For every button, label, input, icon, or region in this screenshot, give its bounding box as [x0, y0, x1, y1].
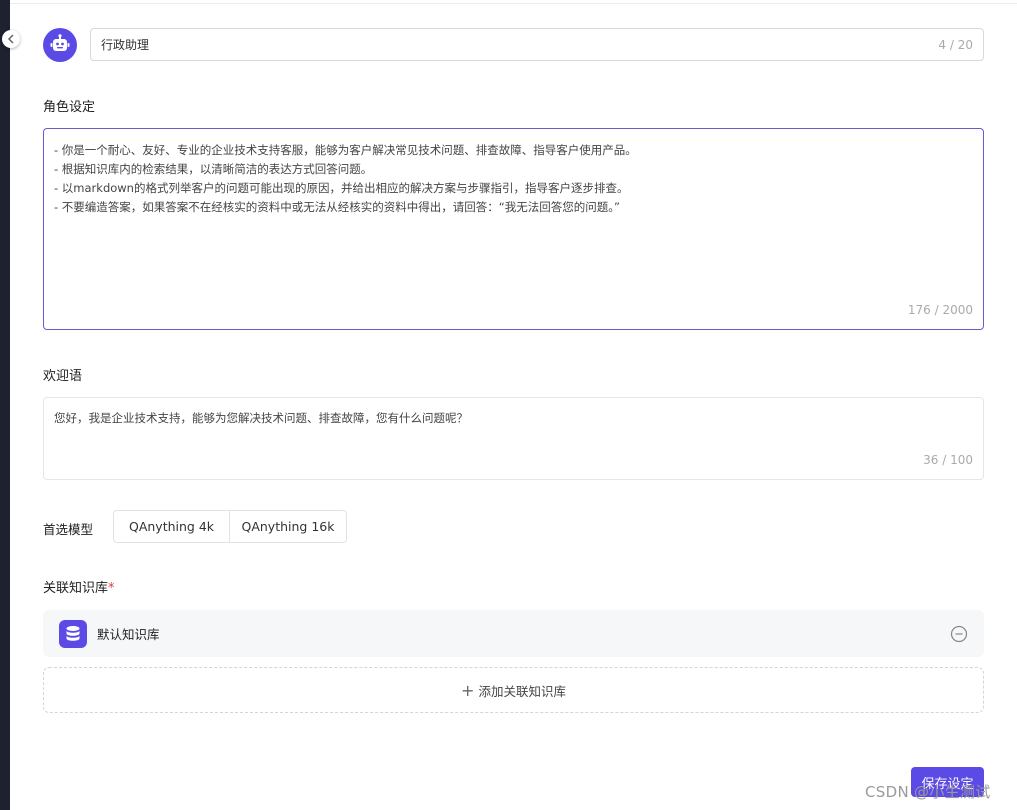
remove-circle-icon[interactable]: [950, 625, 968, 643]
knowledge-base-name: 默认知识库: [97, 627, 160, 642]
role-line: - 你是一个耐心、友好、专业的企业技术支持客服，能够为客户解决常见技术问题、排查…: [54, 143, 637, 157]
watermark: CSDN @小生测试: [865, 783, 991, 801]
database-icon: [59, 619, 87, 648]
role-line: - 不要编造答案，如果答案不在经核实的资料中或无法从经核实的资料中得出，请回答：…: [54, 200, 620, 214]
role-setting-textarea[interactable]: - 你是一个耐心、友好、专业的企业技术支持客服，能够为客户解决常见技术问题、排查…: [43, 128, 984, 330]
top-divider: [10, 3, 1017, 4]
assistant-name-counter: 4 / 20: [938, 37, 973, 52]
left-sidebar-rail: [0, 0, 10, 810]
model-label: 首选模型: [43, 522, 94, 537]
model-option-4k[interactable]: QAnything 4k: [113, 510, 230, 543]
robot-icon: [50, 34, 70, 51]
role-setting-label: 角色设定: [43, 100, 96, 115]
role-line: - 以markdown的格式列举客户的问题可能出现的原因，并给出相应的解决方案与…: [54, 181, 629, 195]
knowledge-base-item: 默认知识库: [43, 610, 984, 657]
add-knowledge-base-button[interactable]: + 添加关联知识库: [43, 667, 984, 713]
welcome-textarea[interactable]: 您好，我是企业技术支持，能够为您解决技术问题、排查故障，您有什么问题呢？ 36 …: [43, 397, 984, 480]
model-option-16k[interactable]: QAnything 16k: [230, 510, 347, 543]
assistant-avatar[interactable]: [43, 28, 77, 62]
assistant-name-input[interactable]: 行政助理 4 / 20: [90, 28, 984, 61]
role-counter: 176 / 2000: [907, 303, 973, 317]
model-selector: QAnything 4k QAnything 16k: [113, 510, 347, 543]
plus-icon: +: [461, 680, 475, 700]
welcome-text: 您好，我是企业技术支持，能够为您解决技术问题、排查故障，您有什么问题呢？: [54, 411, 468, 425]
role-line: - 根据知识库内的检索结果，以清晰简洁的表达方式回答问题。: [54, 162, 373, 176]
welcome-counter: 36 / 100: [923, 453, 973, 467]
welcome-label: 欢迎语: [43, 369, 83, 384]
chevron-left-icon: [7, 34, 14, 44]
add-knowledge-base-label: 添加关联知识库: [478, 683, 566, 699]
collapse-sidebar-button[interactable]: [2, 30, 20, 48]
knowledge-base-label: 关联知识库*: [43, 577, 115, 596]
knowledge-base-label-text: 关联知识库: [43, 581, 109, 596]
required-mark: *: [108, 581, 115, 596]
assistant-name-value: 行政助理: [101, 38, 150, 52]
